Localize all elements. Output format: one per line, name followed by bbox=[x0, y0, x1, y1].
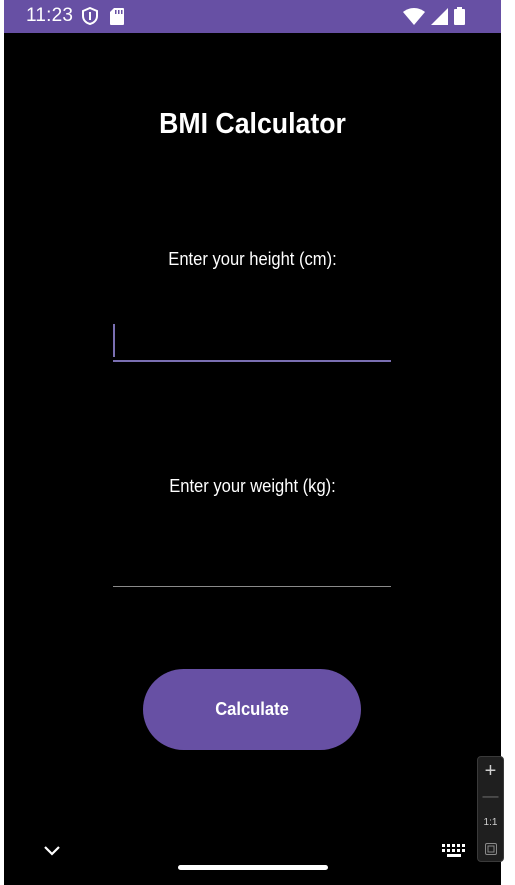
height-input[interactable] bbox=[113, 322, 391, 362]
page-title: BMI Calculator bbox=[159, 108, 346, 140]
home-handle[interactable] bbox=[178, 865, 328, 870]
status-time: 11:23 bbox=[26, 5, 74, 26]
vpn-shield-icon bbox=[82, 7, 98, 25]
zoom-out-button[interactable]: — bbox=[478, 787, 503, 807]
cell-signal-icon bbox=[431, 7, 448, 25]
sd-card-icon bbox=[110, 7, 124, 25]
fit-screen-icon bbox=[484, 843, 497, 855]
status-right-icons bbox=[403, 7, 465, 25]
weight-label: Enter your weight (kg): bbox=[169, 476, 336, 496]
zoom-reset-button[interactable]: 1:1 bbox=[478, 813, 503, 833]
chevron-down-icon[interactable] bbox=[42, 843, 62, 859]
battery-icon bbox=[454, 7, 465, 25]
status-bar: 11:23 bbox=[4, 0, 501, 33]
phone-screen: 11:23 BMI Calculator Enter your height (… bbox=[4, 0, 504, 885]
text-cursor bbox=[113, 324, 115, 357]
zoom-fit-button[interactable] bbox=[478, 839, 503, 859]
zoom-in-button[interactable]: + bbox=[478, 759, 503, 783]
wifi-icon bbox=[403, 7, 425, 25]
zoom-controls: + — 1:1 bbox=[477, 756, 504, 862]
calculate-button-label: Calculate bbox=[215, 699, 289, 719]
keyboard-icon[interactable] bbox=[441, 843, 467, 859]
height-label: Enter your height (cm): bbox=[168, 249, 337, 269]
status-left-icons bbox=[82, 7, 124, 25]
weight-input[interactable] bbox=[113, 547, 391, 587]
calculate-button[interactable]: Calculate bbox=[143, 669, 361, 750]
